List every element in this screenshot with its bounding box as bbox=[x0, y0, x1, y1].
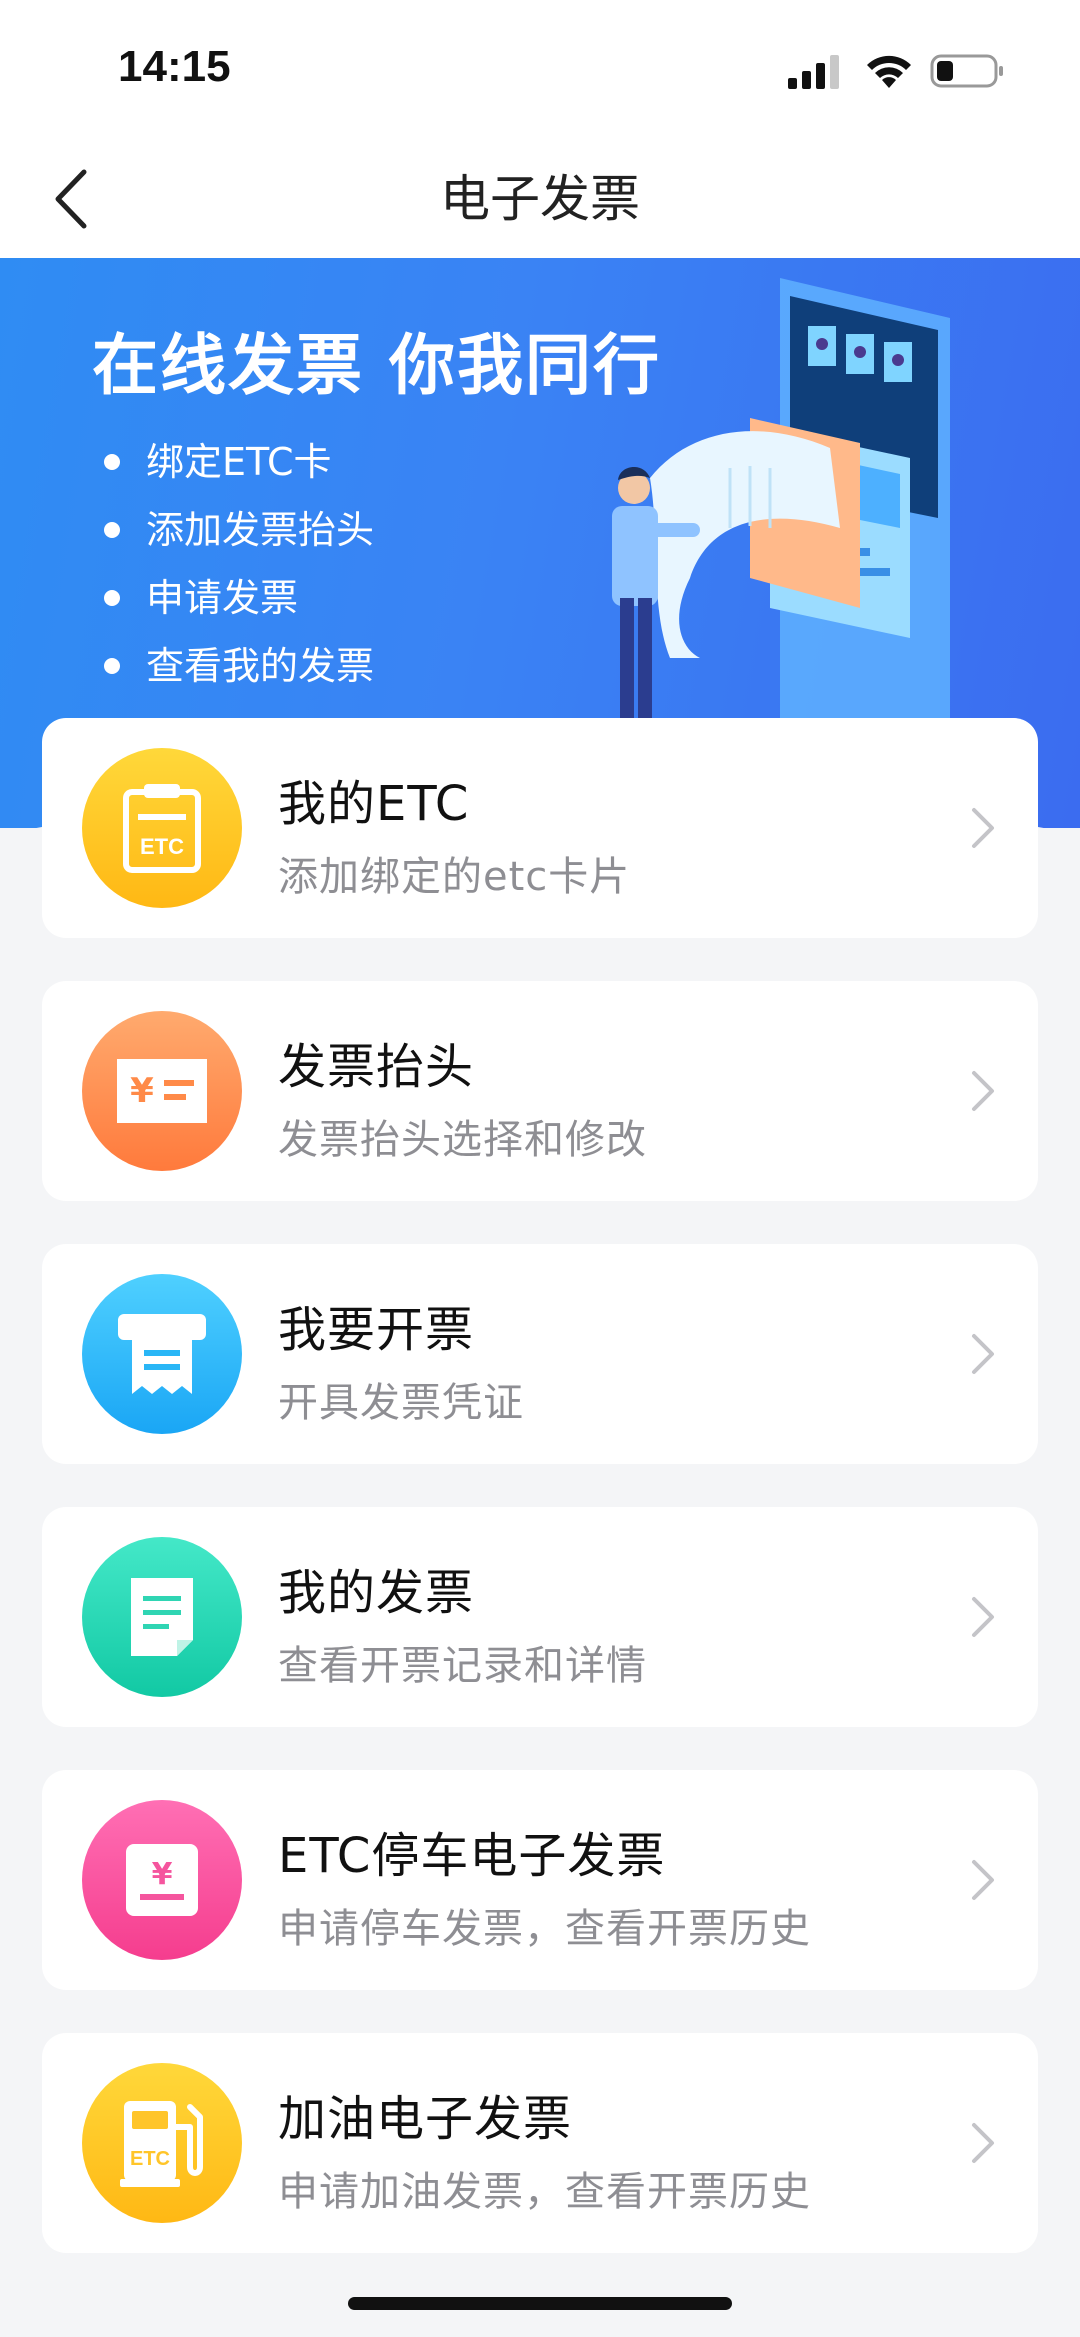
battery-icon bbox=[930, 54, 1003, 88]
menu-subtitle: 申请加油发票，查看开票历史 bbox=[278, 2169, 811, 2215]
status-time: 14:15 bbox=[118, 42, 231, 91]
menu-title: ETC停车电子发票 bbox=[278, 1828, 666, 1884]
banner-feature-item: 申请发票 bbox=[100, 564, 374, 632]
menu-icon-bg: ¥ bbox=[82, 1011, 242, 1171]
menu-item-fuel-invoice[interactable]: ETC 加油电子发票 申请加油发票，查看开票历史 bbox=[42, 2033, 1038, 2253]
menu-item-invoice-header[interactable]: ¥ 发票抬头 发票抬头选择和修改 bbox=[42, 981, 1038, 1201]
menu-icon-bg bbox=[82, 1537, 242, 1697]
svg-text:ETC: ETC bbox=[140, 834, 184, 859]
menu-item-my-etc[interactable]: ETC 我的ETC 添加绑定的etc卡片 bbox=[42, 718, 1038, 938]
menu-item-issue-invoice[interactable]: 我要开票 开具发票凭证 bbox=[42, 1244, 1038, 1464]
menu-item-my-invoices[interactable]: 我的发票 查看开票记录和详情 bbox=[42, 1507, 1038, 1727]
menu-subtitle: 申请停车发票，查看开票历史 bbox=[278, 1906, 811, 1952]
chevron-right-icon bbox=[972, 808, 994, 848]
svg-text:¥: ¥ bbox=[152, 1857, 173, 1892]
menu-icon-bg: ETC bbox=[82, 2063, 242, 2223]
menu-list: ETC 我的ETC 添加绑定的etc卡片 ¥ 发票抬头 发票抬头选择和修改 我要… bbox=[42, 718, 1038, 2296]
menu-item-etc-parking-invoice[interactable]: ¥ ETC停车电子发票 申请停车发票，查看开票历史 bbox=[42, 1770, 1038, 1990]
chevron-right-icon bbox=[972, 1860, 994, 1900]
menu-icon-bg: ¥ bbox=[82, 1800, 242, 1960]
etc-card-icon: ETC bbox=[123, 784, 201, 873]
banner-feature-item: 查看我的发票 bbox=[100, 632, 374, 700]
menu-title: 我要开票 bbox=[278, 1302, 475, 1358]
chevron-right-icon bbox=[972, 1597, 994, 1637]
fuel-pump-icon: ETC bbox=[120, 2101, 203, 2187]
menu-subtitle: 添加绑定的etc卡片 bbox=[278, 854, 631, 900]
signal-icon bbox=[788, 55, 839, 89]
menu-icon-bg: ETC bbox=[82, 748, 242, 908]
menu-title: 加油电子发票 bbox=[278, 2091, 573, 2147]
back-button[interactable] bbox=[30, 154, 110, 244]
menu-title: 发票抬头 bbox=[278, 1039, 475, 1095]
banner-feature-item: 绑定ETC卡 bbox=[100, 428, 374, 496]
menu-icon-bg bbox=[82, 1274, 242, 1434]
print-invoice-icon bbox=[118, 1314, 206, 1394]
page-title: 电子发票 bbox=[440, 170, 640, 228]
status-bar: 14:15 bbox=[0, 0, 1080, 140]
chevron-right-icon bbox=[972, 1071, 994, 1111]
svg-text:ETC: ETC bbox=[130, 2148, 170, 2170]
chevron-left-icon bbox=[55, 169, 87, 229]
banner-feature-item: 添加发票抬头 bbox=[100, 496, 374, 564]
menu-subtitle: 发票抬头选择和修改 bbox=[278, 1117, 647, 1163]
menu-subtitle: 查看开票记录和详情 bbox=[278, 1643, 647, 1689]
home-indicator[interactable] bbox=[348, 2297, 732, 2310]
svg-text:¥: ¥ bbox=[130, 1071, 154, 1111]
nav-bar: 电子发票 bbox=[0, 140, 1080, 258]
banner-headline: 在线发票 你我同行 bbox=[92, 327, 661, 404]
document-icon bbox=[131, 1578, 193, 1656]
wifi-icon bbox=[867, 55, 911, 88]
chevron-right-icon bbox=[972, 2123, 994, 2163]
menu-title: 我的发票 bbox=[278, 1565, 475, 1621]
menu-subtitle: 开具发票凭证 bbox=[278, 1380, 524, 1426]
chevron-right-icon bbox=[972, 1334, 994, 1374]
invoice-header-icon: ¥ bbox=[117, 1059, 207, 1123]
menu-title: 我的ETC bbox=[278, 776, 470, 832]
banner-feature-list: 绑定ETC卡 添加发票抬头 申请发票 查看我的发票 bbox=[100, 428, 374, 700]
parking-invoice-icon: ¥ bbox=[126, 1844, 198, 1916]
